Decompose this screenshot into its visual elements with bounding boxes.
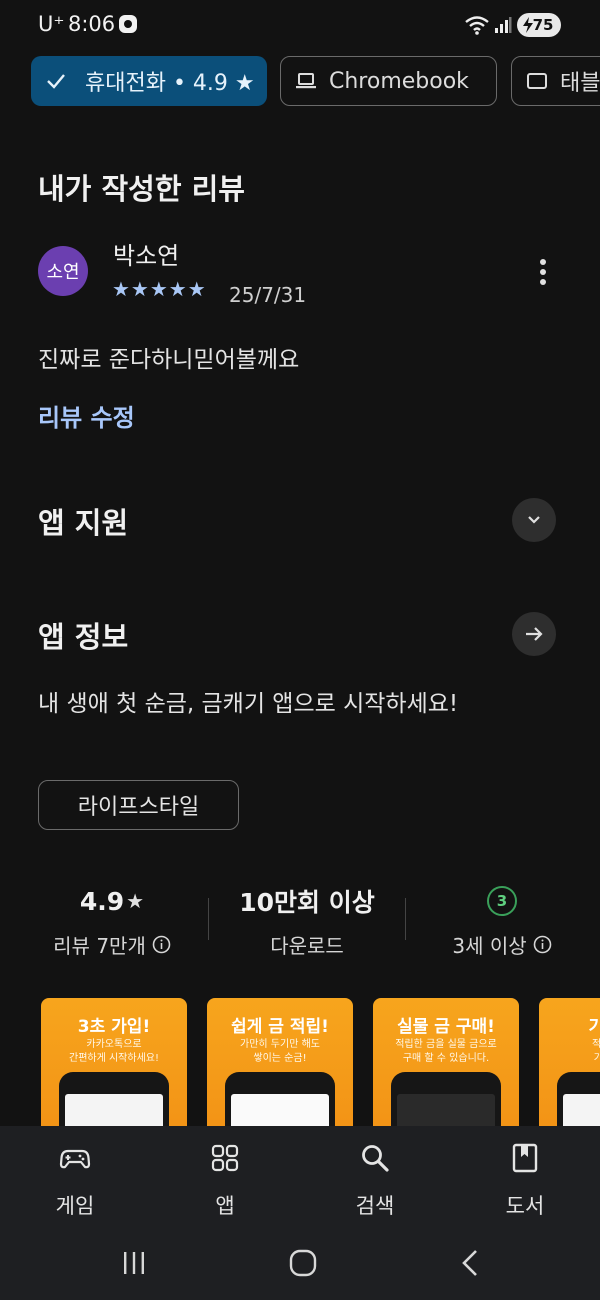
age-badge-row: 3 bbox=[420, 884, 584, 918]
app-description: 내 생애 첫 순금, 금캐기 앱으로 시작하세요! bbox=[38, 691, 459, 717]
screenshot-title: 기프티 bbox=[588, 1017, 600, 1037]
check-icon bbox=[47, 74, 65, 89]
screenshot-subtitle-line: 기프티콘 bbox=[593, 1053, 600, 1064]
screenshot-subtitle: 가만히 두기만 해도 쌓이는 순금! bbox=[207, 1038, 353, 1066]
screenshot-subtitle: 적립한 금을 실물 금으로 구매 할 수 있습니다. bbox=[373, 1038, 519, 1066]
book-icon bbox=[512, 1143, 538, 1173]
system-navigation-bar bbox=[0, 1226, 600, 1300]
carrier-label: U⁺ bbox=[38, 12, 65, 36]
wifi-icon bbox=[465, 16, 489, 35]
more-options-icon[interactable] bbox=[530, 256, 556, 290]
info-icon bbox=[152, 935, 171, 954]
nav-search[interactable]: 검색 bbox=[315, 1126, 435, 1226]
review-stars: ★★★★★ bbox=[112, 277, 207, 301]
my-review-heading: 내가 작성한 리뷰 bbox=[38, 172, 245, 206]
charging-icon bbox=[523, 17, 533, 33]
rating-stat[interactable]: 4.9 ★ 리뷰 7만개 bbox=[30, 884, 194, 959]
phone-mockup bbox=[391, 1072, 501, 1128]
age-rating-badge: 3 bbox=[487, 886, 517, 916]
chip-phone[interactable]: 휴대전화 • 4.9 ★ bbox=[31, 56, 267, 106]
chip-chromebook-label: Chromebook bbox=[329, 68, 469, 94]
age-rating-stat[interactable]: 3 3세 이상 bbox=[420, 884, 584, 959]
chevron-down-icon bbox=[528, 516, 540, 524]
chip-phone-label: 휴대전화 • 4.9 ★ bbox=[85, 71, 255, 96]
clock: 8:06 bbox=[68, 12, 116, 36]
expand-app-support-button[interactable] bbox=[512, 498, 556, 542]
avatar: 소연 bbox=[38, 246, 88, 296]
battery-level: 75 bbox=[532, 16, 554, 34]
rating-star: ★ bbox=[126, 889, 145, 913]
reviews-count-label: 리뷰 7만개 bbox=[53, 934, 146, 958]
nav-apps-label: 앱 bbox=[215, 1194, 235, 1218]
nav-apps[interactable]: 앱 bbox=[165, 1126, 285, 1226]
recent-apps-icon[interactable] bbox=[119, 1248, 149, 1278]
category-chip[interactable]: 라이프스타일 bbox=[38, 780, 239, 830]
status-bar: U⁺ 8:06 75 bbox=[0, 0, 600, 52]
age-rating-label: 3세 이상 bbox=[452, 934, 527, 958]
screenshot-title: 쉽게 금 적립! bbox=[231, 1017, 329, 1037]
arrow-right-icon bbox=[526, 627, 543, 641]
screenshot-subtitle: 적립한 금 기프티콘 bbox=[539, 1038, 600, 1066]
edit-review-link[interactable]: 리뷰 수정 bbox=[38, 398, 135, 433]
screenshot-title: 실물 금 구매! bbox=[397, 1017, 495, 1037]
rating-value: 4.9 bbox=[79, 886, 125, 916]
screenshot-1[interactable]: 3초 가입! 카카오톡으로 간편하게 시작하세요! bbox=[41, 998, 187, 1128]
phone-mockup bbox=[225, 1072, 335, 1128]
app-support-heading: 앱 지원 bbox=[38, 506, 129, 540]
app-info-arrow-button[interactable] bbox=[512, 612, 556, 656]
reviews-count-row: 리뷰 7만개 bbox=[30, 930, 194, 959]
nav-games[interactable]: 게임 bbox=[15, 1126, 135, 1226]
screenshot-subtitle-line: 가만히 두기만 해도 bbox=[240, 1039, 320, 1050]
review-date: 25/7/31 bbox=[229, 283, 307, 307]
phone-screen bbox=[231, 1094, 329, 1128]
stat-divider bbox=[405, 898, 406, 940]
screenshot-subtitle-line: 쌓이는 순금! bbox=[253, 1053, 307, 1064]
search-icon bbox=[362, 1145, 389, 1172]
screenshot-subtitle-line: 구매 할 수 있습니다. bbox=[402, 1053, 490, 1064]
nav-books-label: 도서 bbox=[505, 1194, 545, 1218]
screenshot-carousel[interactable]: 3초 가입! 카카오톡으로 간편하게 시작하세요! 쉽게 금 적립! 가만히 두… bbox=[0, 998, 600, 1128]
app-info-heading: 앱 정보 bbox=[38, 620, 129, 654]
review-text: 진짜로 준다하니믿어볼께요 bbox=[38, 347, 300, 373]
screenshot-4[interactable]: 기프티 적립한 금 기프티콘 bbox=[539, 998, 600, 1128]
phone-screen bbox=[397, 1094, 495, 1128]
signal-icon bbox=[495, 17, 512, 33]
downloads-label: 다운로드 bbox=[270, 934, 344, 958]
screenshot-2[interactable]: 쉽게 금 적립! 가만히 두기만 해도 쌓이는 순금! bbox=[207, 998, 353, 1128]
screenshot-3[interactable]: 실물 금 구매! 적립한 금을 실물 금으로 구매 할 수 있습니다. bbox=[373, 998, 519, 1128]
phone-screen bbox=[65, 1094, 163, 1128]
downloads-stat: 10만회 이상 다운로드 bbox=[222, 884, 392, 959]
bottom-navigation: 게임 앱 검색 도서 bbox=[0, 1126, 600, 1226]
nav-search-label: 검색 bbox=[355, 1194, 395, 1218]
rating-value-row: 4.9 ★ bbox=[30, 884, 194, 918]
home-icon[interactable] bbox=[288, 1248, 318, 1278]
screenshot-subtitle-line: 카카오톡으로 bbox=[86, 1039, 142, 1050]
reviewer-name: 박소연 bbox=[113, 242, 180, 270]
info-icon bbox=[533, 935, 551, 954]
nav-games-label: 게임 bbox=[55, 1194, 95, 1218]
tablet-icon bbox=[527, 73, 547, 89]
stat-divider bbox=[208, 898, 209, 940]
device-filter-chips: 휴대전화 • 4.9 ★ Chromebook 태블릿 bbox=[0, 56, 600, 108]
screenshot-subtitle-line: 적립한 금 bbox=[592, 1039, 600, 1050]
downloads-value: 10만회 이상 bbox=[239, 888, 375, 917]
chip-tablet[interactable]: 태블릿 bbox=[511, 56, 600, 106]
phone-mockup bbox=[557, 1072, 600, 1128]
nav-books[interactable]: 도서 bbox=[465, 1126, 585, 1226]
phone-screen bbox=[563, 1094, 600, 1128]
apps-grid-icon bbox=[211, 1144, 239, 1172]
battery-indicator: 75 bbox=[517, 13, 561, 37]
age-rating-row: 3세 이상 bbox=[420, 930, 584, 959]
screenshot-subtitle-line: 간편하게 시작하세요! bbox=[69, 1053, 159, 1064]
gamepad-icon bbox=[59, 1149, 91, 1169]
notification-icon bbox=[119, 15, 137, 33]
back-icon[interactable] bbox=[456, 1248, 486, 1278]
screenshot-title: 3초 가입! bbox=[77, 1017, 151, 1037]
screenshot-subtitle-line: 적립한 금을 실물 금으로 bbox=[395, 1039, 497, 1050]
phone-mockup bbox=[59, 1072, 169, 1128]
chip-chromebook[interactable]: Chromebook bbox=[280, 56, 497, 106]
chip-tablet-label: 태블릿 bbox=[560, 71, 600, 96]
screenshot-subtitle: 카카오톡으로 간편하게 시작하세요! bbox=[41, 1038, 187, 1066]
laptop-icon bbox=[296, 73, 316, 89]
